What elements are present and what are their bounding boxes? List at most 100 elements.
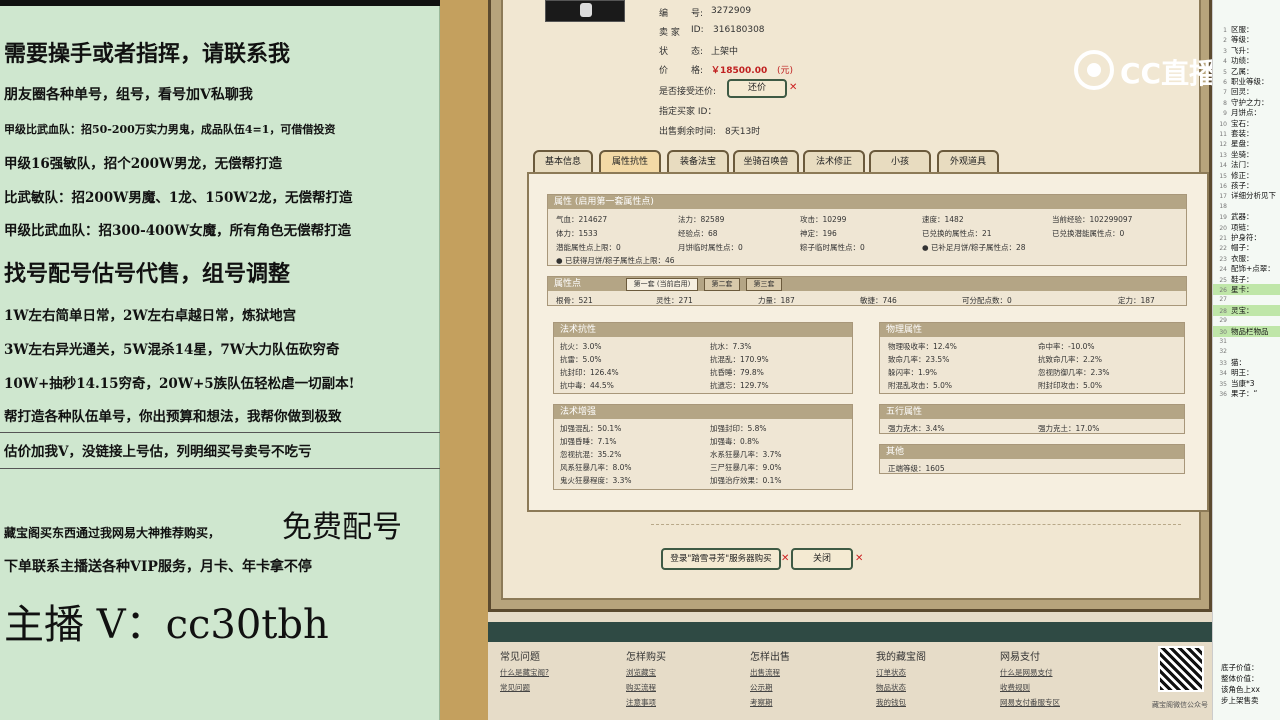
footer-link[interactable]: 什么是藏宝阁? [500,667,549,678]
tab-content: 属性 (启用第一套属性点) 气血：214627 法力：82589 攻击：1029… [527,172,1209,512]
row-number: 33 [1219,359,1227,367]
sheet-row[interactable]: 27 [1213,294,1280,305]
item-number: 3272909 [711,6,752,16]
row-text: 配饰+点翠： [1231,264,1275,274]
footer-link[interactable]: 物品状态 [876,682,926,693]
sheet-row[interactable]: 20 项链： [1213,222,1280,233]
sheet-row[interactable]: 8 守护之力： [1213,97,1280,108]
subtab-set2[interactable]: 第二套 [704,278,740,291]
footer-link[interactable]: 订单状态 [876,667,926,678]
ad-highlight: 免费配号 [282,510,402,545]
row-number: 11 [1219,131,1227,138]
footer-link[interactable]: 出售流程 [750,667,790,678]
resist-cell: 抗混乱：170.9% [710,355,769,364]
streamer-contact: 主播 V：cc30tbh [4,602,329,648]
sheet-row[interactable]: 16 孩子： [1213,180,1280,191]
sheet-row[interactable]: 31 [1213,336,1280,347]
tab-attributes[interactable]: 属性抗性 [599,150,661,174]
footer-link[interactable]: 什么是网易支付 [1000,667,1060,678]
bargain-button[interactable]: 还价 [727,79,787,98]
sheet-row[interactable]: 21 护身符： [1213,232,1280,243]
physical-cell: 躲闪率：1.9% [888,368,938,377]
ad-line: 甲级比武血队：招300-400W女魔，所有角色无偿帮打造 [4,223,352,239]
close-icon: ✕ [789,82,798,93]
sheet-row[interactable]: 12 星盘： [1213,138,1280,149]
sheet-row[interactable]: 29 [1213,315,1280,326]
row-text: 法门： [1231,160,1254,170]
physical-cell: 物理吸收率：12.4% [888,342,957,351]
sheet-row[interactable]: 18 [1213,201,1280,212]
magic-boost-panel: 法术增强 加强混乱：50.1% 加强封印：5.8% 加强昏睡：7.1% 加强毒：… [553,404,853,490]
footer-link[interactable]: 常见问题 [500,682,549,693]
physical-cell: 忽视防御几率：2.3% [1038,368,1110,377]
sheet-row[interactable]: 2 等级： [1213,34,1280,45]
sheet-row[interactable]: 25 鞋子： [1213,274,1280,285]
footer-link[interactable]: 注意事项 [626,697,666,708]
sheet-row[interactable]: 24 配饰+点翠： [1213,263,1280,274]
sheet-row[interactable]: 10 宝石： [1213,118,1280,129]
sheet-row[interactable]: 30 物品栏物品 [1213,325,1280,337]
row-text: 当康*3 [1231,378,1255,388]
row-number: 13 [1219,151,1227,159]
ad-line: 朋友圈各种单号，组号，看号加V私聊我 [4,87,253,103]
boost-cell: 加强封印：5.8% [710,424,767,433]
row-number: 3 [1223,47,1227,55]
row-text: 功绩： [1231,56,1254,66]
tab-mounts[interactable]: 坐骑召唤兽 [733,150,799,174]
footer-link[interactable]: 收费规则 [1000,682,1060,693]
tab-child[interactable]: 小孩 [869,150,931,174]
attr-cell-text: 已补足月饼/粽子属性点：28 [930,243,1026,252]
sheet-row[interactable]: 15 修正： [1213,170,1280,181]
footer-col-buy: 怎样购买 浏览藏宝 购买流程 注意事项 [626,648,666,712]
sheet-row[interactable]: 14 法门： [1213,159,1280,170]
sheet-row[interactable]: 4 功绩： [1213,55,1280,66]
footer-link[interactable]: 考察期 [750,697,790,708]
sheet-row[interactable]: 23 衣服： [1213,253,1280,264]
footer-heading: 常见问题 [500,652,540,663]
sheet-row[interactable]: 32 [1213,346,1280,357]
row-text: 星盘： [1231,139,1254,149]
sheet-row[interactable]: 9 月饼点： [1213,107,1280,118]
sheet-row[interactable]: 33 猫： [1213,357,1280,368]
sheet-row[interactable]: 5 乙属： [1213,66,1280,77]
sheet-row[interactable]: 22 帽子： [1213,242,1280,253]
row-number: 28 [1219,307,1227,315]
sheet-row[interactable]: 1 区服： [1213,24,1280,35]
tab-spell-fix[interactable]: 法术修正 [803,150,865,174]
tab-basic-info[interactable]: 基本信息 [533,150,593,174]
footer-link[interactable]: 网易支付番服专区 [1000,697,1060,708]
row-number: 31 [1219,338,1227,345]
subtab-set1[interactable]: 第一套 (当前启用) [626,278,698,291]
physical-header: 物理属性 [880,323,1184,337]
ad-line: 藏宝阁买东西通过我网易大神推荐购买， [4,526,221,540]
sheet-row[interactable]: 11 套装： [1213,128,1280,139]
ad-line: 1W左右简单日常，2W左右卓越日常，炼狱地宫 [4,308,297,324]
tab-appearance[interactable]: 外观道具 [937,150,999,174]
row-number: 22 [1219,245,1227,253]
sheet-row[interactable]: 26 星卡： [1213,284,1280,295]
attr-cell: 神定：196 [800,229,837,238]
footer-link[interactable]: 我的钱包 [876,697,926,708]
sheet-row[interactable]: 3 飞升： [1213,45,1280,56]
sheet-row[interactable]: 36 果子：“ [1213,388,1280,399]
attr-cell: 已兑换的属性点：21 [922,229,992,238]
footer-link[interactable]: 购买流程 [626,682,666,693]
sheet-row[interactable]: 7 回灵： [1213,86,1280,97]
footer-link[interactable]: 浏览藏宝 [626,667,666,678]
sheet-row[interactable]: 35 当康*3 [1213,378,1280,389]
footer-link[interactable]: 公示期 [750,682,790,693]
login-server-buy-button[interactable]: 登录"踏雪寻芳"服务器购买 [661,548,781,570]
close-button[interactable]: 关闭 [791,548,853,570]
physical-cell: 致命几率：23.5% [888,355,950,364]
sheet-row[interactable]: 28 灵宝： [1213,304,1280,316]
sheet-row[interactable]: 19 武器： [1213,211,1280,222]
tab-equipment[interactable]: 装备法宝 [667,150,729,174]
footer-col-faq: 常见问题 什么是藏宝阁? 常见问题 [500,648,549,697]
sheet-summary-row: 步上架售卖 [1221,696,1259,705]
sheet-row[interactable]: 34 明王： [1213,367,1280,378]
subtab-set3[interactable]: 第三套 [746,278,782,291]
sheet-row[interactable]: 6 职业等级： [1213,76,1280,87]
sheet-row[interactable]: 17 详细分析见下 [1213,190,1280,201]
boost-cell: 加强昏睡：7.1% [560,437,617,446]
sheet-row[interactable]: 13 坐骑： [1213,149,1280,160]
